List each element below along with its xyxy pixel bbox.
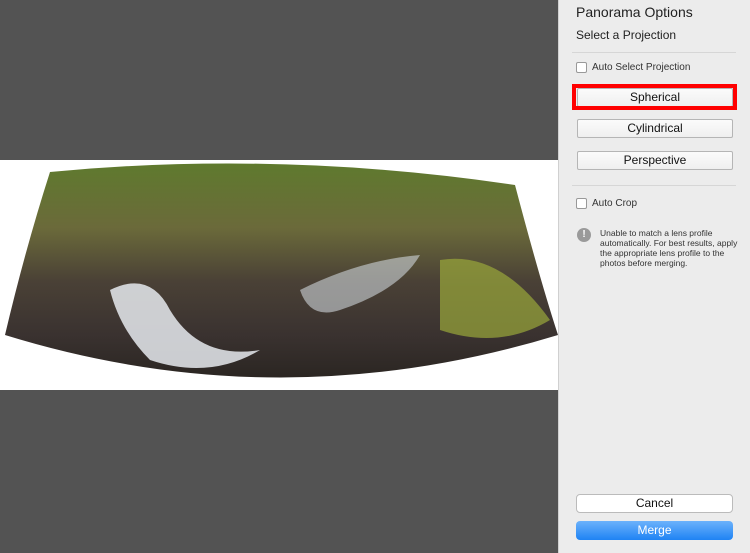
preview-canvas — [0, 160, 558, 390]
perspective-button[interactable]: Perspective — [577, 151, 733, 170]
checkbox-label: Auto Crop — [592, 198, 638, 209]
divider — [572, 52, 736, 53]
merge-button[interactable]: Merge — [576, 521, 733, 540]
checkbox-box[interactable] — [576, 198, 587, 209]
projection-heading: Select a Projection — [576, 28, 677, 42]
divider — [572, 185, 736, 186]
checkbox-box[interactable] — [576, 62, 587, 73]
panorama-options-panel: Panorama Options Select a Projection Aut… — [558, 0, 750, 553]
auto-crop-checkbox[interactable]: Auto Crop — [576, 198, 637, 209]
checkbox-label: Auto Select Projection — [592, 62, 691, 73]
lens-profile-warning: ! Unable to match a lens profile automat… — [577, 228, 745, 268]
cylindrical-button[interactable]: Cylindrical — [577, 119, 733, 138]
warning-text: Unable to match a lens profile automatic… — [600, 228, 738, 268]
auto-select-projection-checkbox[interactable]: Auto Select Projection — [576, 62, 690, 73]
panel-title: Panorama Options — [576, 4, 693, 20]
highlight-box — [572, 84, 737, 110]
warning-icon: ! — [577, 228, 591, 242]
cancel-button[interactable]: Cancel — [576, 494, 733, 513]
panorama-image — [5, 163, 558, 378]
panorama-preview — [0, 0, 558, 553]
